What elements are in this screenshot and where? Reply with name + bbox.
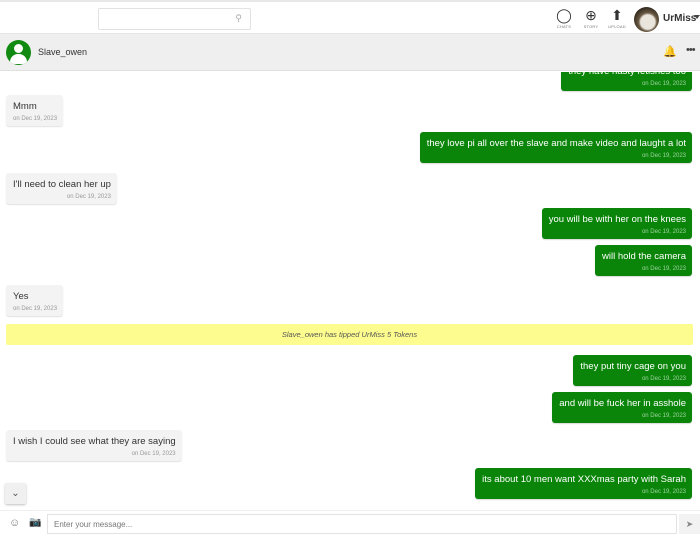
message-text: they have nasty fetishes too bbox=[568, 72, 686, 78]
message-timestamp: on Dec 19, 2023 bbox=[641, 376, 686, 382]
upload-button[interactable]: ⬆ UPLOAD bbox=[604, 7, 630, 33]
message-timestamp: on Dec 19, 2023 bbox=[641, 266, 686, 272]
tip-notification: Slave_owen has tipped UrMiss 5 Tokens bbox=[6, 324, 693, 345]
message-input[interactable] bbox=[47, 514, 677, 534]
emoji-icon[interactable]: ☺ bbox=[9, 517, 20, 529]
add-story-icon: ⊕ bbox=[585, 7, 597, 23]
story-button[interactable]: ⊕ STORY bbox=[578, 7, 604, 33]
chevron-down-icon: ⌄ bbox=[11, 488, 20, 499]
chat-header: Slave_owen 🔔 ••• bbox=[0, 34, 700, 71]
more-options-icon[interactable]: ••• bbox=[686, 44, 696, 56]
user-avatar[interactable] bbox=[634, 7, 659, 32]
message-outgoing: they have nasty fetishes too on Dec 19, … bbox=[561, 72, 692, 91]
user-name[interactable]: UrMiss bbox=[663, 13, 696, 24]
message-outgoing: will hold the camera on Dec 19, 2023 bbox=[595, 245, 692, 276]
person-icon-body bbox=[10, 54, 27, 64]
message-timestamp: on Dec 19, 2023 bbox=[131, 451, 176, 457]
top-navigation-bar: ⚲ ◯ CHATS ⊕ STORY ⬆ UPLOAD UrMiss bbox=[0, 0, 700, 34]
message-timestamp: on Dec 19, 2023 bbox=[641, 489, 686, 495]
message-incoming: Mmm on Dec 19, 2023 bbox=[6, 95, 64, 126]
message-list[interactable]: they have nasty fetishes too on Dec 19, … bbox=[0, 72, 700, 509]
contact-avatar[interactable] bbox=[6, 40, 31, 65]
message-outgoing: you will be with her on the knees on Dec… bbox=[541, 208, 692, 239]
message-incoming: I'll need to clean her up on Dec 19, 202… bbox=[6, 173, 117, 204]
message-text: they love pi all over the slave and make… bbox=[426, 138, 686, 149]
message-text: and will be fuck her in asshole bbox=[559, 398, 686, 409]
chats-button[interactable]: ◯ CHATS bbox=[551, 7, 577, 33]
send-button[interactable]: ➤ bbox=[679, 514, 700, 534]
bell-icon[interactable]: 🔔 bbox=[663, 45, 677, 58]
message-text: Mmm bbox=[13, 101, 37, 112]
message-outgoing: and will be fuck her in asshole on Dec 1… bbox=[552, 392, 692, 423]
send-icon: ➤ bbox=[685, 519, 694, 529]
upload-label: UPLOAD bbox=[608, 24, 626, 29]
message-timestamp: on Dec 19, 2023 bbox=[641, 229, 686, 235]
message-outgoing: its about 10 men want XXXmas party with … bbox=[475, 468, 692, 499]
chats-label: CHATS bbox=[556, 24, 572, 29]
message-composer: ☺ 📷 ➤ bbox=[0, 510, 700, 535]
message-text: I'll need to clean her up bbox=[13, 179, 111, 190]
message-text: its about 10 men want XXXmas party with … bbox=[482, 474, 686, 485]
message-timestamp: on Dec 19, 2023 bbox=[13, 116, 58, 122]
message-outgoing: they love pi all over the slave and make… bbox=[419, 132, 692, 163]
message-timestamp: on Dec 19, 2023 bbox=[66, 194, 111, 200]
message-incoming: I wish I could see what they are saying … bbox=[6, 430, 182, 461]
contact-name[interactable]: Slave_owen bbox=[38, 47, 87, 57]
upload-icon: ⬆ bbox=[611, 7, 623, 23]
message-text: will hold the camera bbox=[602, 251, 686, 262]
message-text: you will be with her on the knees bbox=[548, 214, 686, 225]
message-timestamp: on Dec 19, 2023 bbox=[641, 153, 686, 159]
search-icon[interactable]: ⚲ bbox=[235, 13, 242, 24]
story-label: STORY bbox=[583, 24, 599, 29]
message-incoming: Yes on Dec 19, 2023 bbox=[6, 285, 64, 316]
search-box[interactable]: ⚲ bbox=[98, 8, 251, 30]
chevron-down-icon[interactable] bbox=[694, 15, 700, 19]
message-text: I wish I could see what they are saying bbox=[13, 436, 176, 447]
chat-bubble-icon: ◯ bbox=[556, 7, 572, 23]
person-icon-head bbox=[14, 44, 23, 53]
message-outgoing: they put tiny cage on you on Dec 19, 202… bbox=[573, 355, 692, 386]
message-timestamp: on Dec 19, 2023 bbox=[641, 81, 686, 87]
message-timestamp: on Dec 19, 2023 bbox=[13, 306, 58, 312]
message-text: Yes bbox=[13, 291, 29, 302]
message-text: they put tiny cage on you bbox=[580, 361, 686, 372]
camera-icon[interactable]: 📷 bbox=[29, 517, 41, 528]
message-timestamp: on Dec 19, 2023 bbox=[641, 413, 686, 419]
scroll-to-bottom-button[interactable]: ⌄ bbox=[5, 483, 26, 504]
